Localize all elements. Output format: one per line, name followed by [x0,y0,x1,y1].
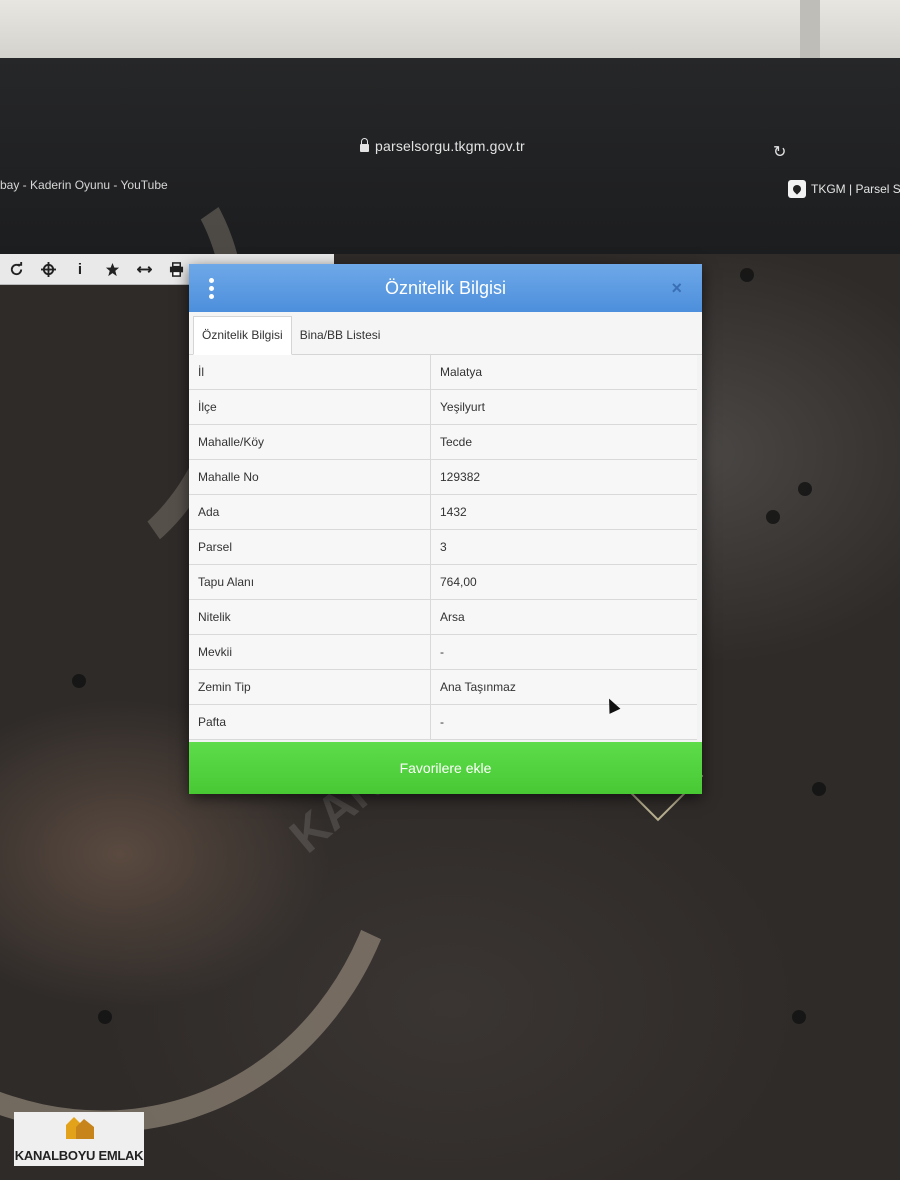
attr-value: 129382 [430,459,697,495]
attribute-dialog: Öznitelik Bilgisi × Öznitelik Bilgisi Bi… [189,264,702,794]
attr-key: Nitelik [189,599,431,635]
reload-icon[interactable]: ↻ [773,142,786,162]
house-logo-icon [66,1117,94,1139]
attr-key: Mahalle No [189,459,431,495]
map-dot [740,268,754,282]
table-row: İlçe Yeşilyurt [189,389,697,425]
map-pin-icon [788,180,806,198]
star-icon[interactable] [96,254,128,284]
attr-value: Arsa [430,599,697,635]
table-row: Mevkii - [189,634,697,670]
table-row: Pafta - [189,704,697,740]
map-dot [766,510,780,524]
monitor-screen: parselsorgu.tkgm.gov.tr ↻ bay - Kaderin … [0,58,900,1180]
address-bar[interactable]: parselsorgu.tkgm.gov.tr [360,137,525,154]
attr-value: 3 [430,529,697,565]
room-background [0,0,900,62]
attr-key: Ada [189,494,431,530]
dialog-tabs: Öznitelik Bilgisi Bina/BB Listesi [189,312,702,355]
attribute-table: İl Malatya İlçe Yeşilyurt Mahalle/Köy Tecde… [189,355,697,740]
attr-value: Tecde [430,424,697,460]
crosshair-icon[interactable] [32,254,64,284]
table-row: Zemin Tip Ana Taşınmaz [189,669,697,705]
kebab-menu-icon[interactable] [209,278,215,299]
attr-value: - [430,634,697,670]
logo-text: KANALBOYU EMLAK [14,1148,144,1163]
table-row: Mahalle/Köy Tecde [189,424,697,460]
map-dot [98,1010,112,1024]
info-icon[interactable]: i [64,254,96,284]
attr-value: 764,00 [430,564,697,600]
dialog-header[interactable]: Öznitelik Bilgisi × [189,264,702,312]
company-logo: KANALBOYU EMLAK [14,1112,144,1166]
refresh-icon[interactable] [0,254,32,284]
attr-key: Zemin Tip [189,669,431,705]
attr-key: Tapu Alanı [189,564,431,600]
table-row: Mahalle No 129382 [189,459,697,495]
add-to-favorites-button[interactable]: Favorilere ekle [189,742,702,794]
map-dot [798,482,812,496]
attr-key: Mevkii [189,634,431,670]
map-dot [72,674,86,688]
table-row: Parsel 3 [189,529,697,565]
tab-attribute-info[interactable]: Öznitelik Bilgisi [193,316,292,355]
lock-icon [360,137,369,152]
dialog-title: Öznitelik Bilgisi [384,277,507,298]
table-row: Tapu Alanı 764,00 [189,564,697,600]
bookmark-tkgm-label: TKGM | Parsel So [811,182,900,196]
attr-key: Pafta [189,704,431,740]
map-dot [812,782,826,796]
attr-key: Mahalle/Köy [189,424,431,460]
attr-value: 1432 [430,494,697,530]
close-icon[interactable]: × [671,278,682,299]
attr-key: İl [189,355,431,390]
table-row: Ada 1432 [189,494,697,530]
print-icon[interactable] [160,254,192,284]
attr-value: Ana Taşınmaz [430,669,697,705]
attr-key: Parsel [189,529,431,565]
attr-key: İlçe [189,389,431,425]
attr-value: Malatya [430,355,697,390]
url-text: parselsorgu.tkgm.gov.tr [375,138,525,154]
measure-icon[interactable] [128,254,160,284]
room-detail [800,0,820,62]
attr-value: - [430,704,697,740]
tab-building-list[interactable]: Bina/BB Listesi [292,317,389,354]
bookmark-tkgm[interactable]: TKGM | Parsel So [788,180,900,198]
map-dot [792,1010,806,1024]
table-row: Nitelik Arsa [189,599,697,635]
table-row: İl Malatya [189,355,697,390]
attr-value: Yeşilyurt [430,389,697,425]
